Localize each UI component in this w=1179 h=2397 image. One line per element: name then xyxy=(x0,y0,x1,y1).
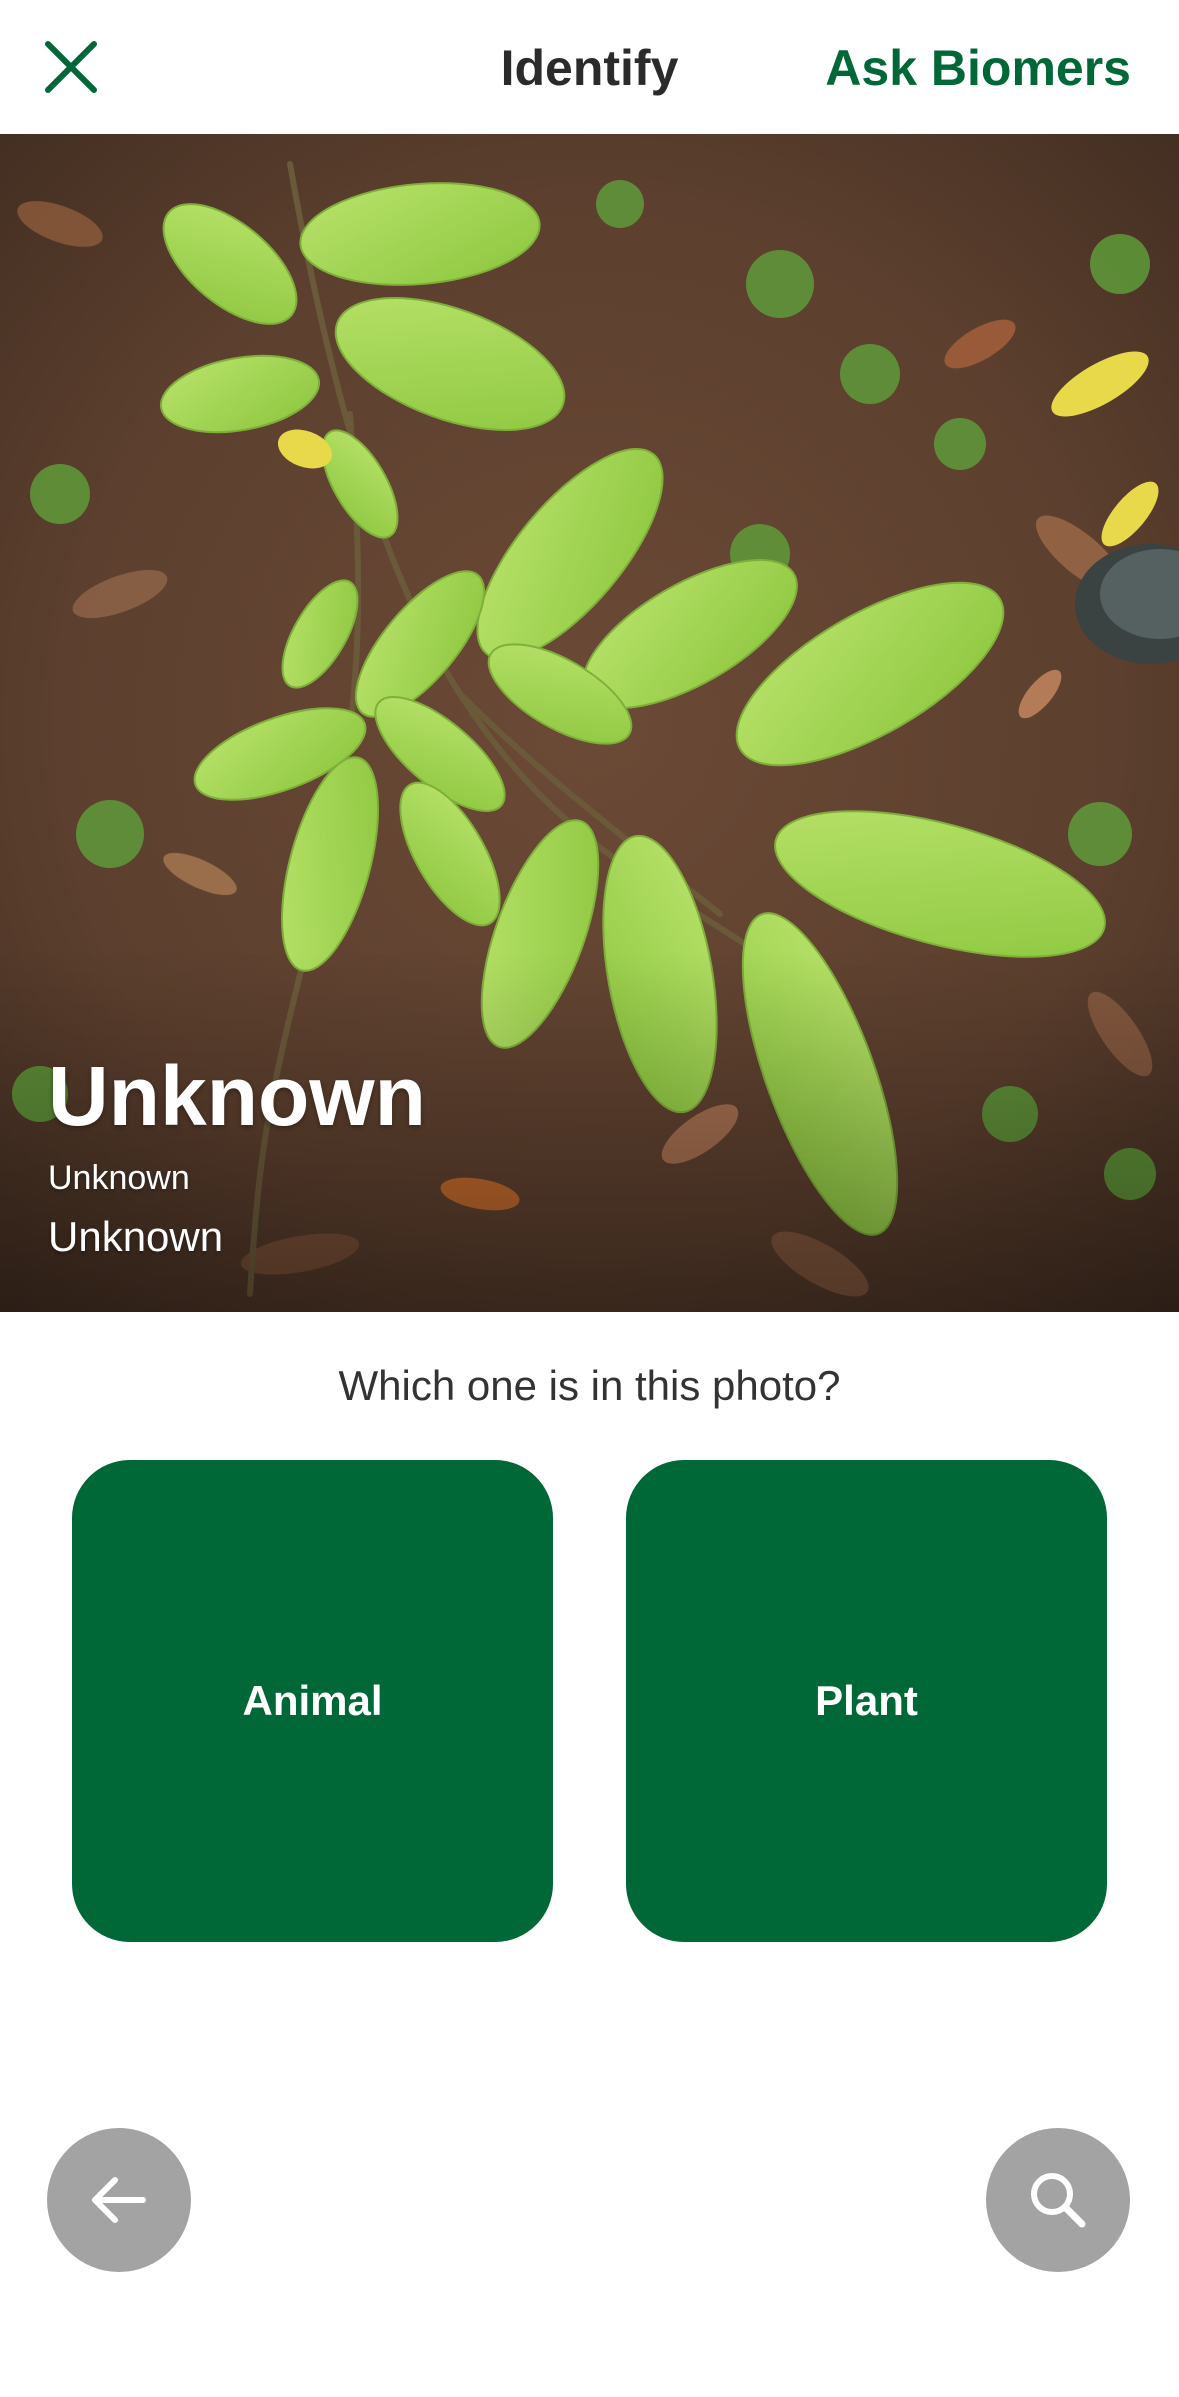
species-group-name: Unknown xyxy=(48,1213,224,1260)
animal-choice-label: Animal xyxy=(242,1677,383,1724)
plant-choice-label: Plant xyxy=(815,1677,918,1724)
arrow-left-icon xyxy=(92,2177,146,2223)
ask-biomers-button[interactable]: Ask Biomers xyxy=(825,38,1131,98)
identify-screen: Identify Ask Biomers Unknown Unknown Unk… xyxy=(0,0,1179,2397)
question-text: Which one is in this photo? xyxy=(338,1362,841,1409)
search-button[interactable] xyxy=(986,2128,1130,2272)
animal-choice-button[interactable]: Animal xyxy=(72,1460,553,1942)
top-bar: Identify Ask Biomers xyxy=(0,0,1179,134)
species-name: Unknown xyxy=(48,1049,426,1143)
search-icon xyxy=(1031,2173,1086,2228)
species-scientific-name: Unknown xyxy=(48,1159,190,1197)
plant-choice-button[interactable]: Plant xyxy=(626,1460,1107,1942)
back-button[interactable] xyxy=(47,2128,191,2272)
